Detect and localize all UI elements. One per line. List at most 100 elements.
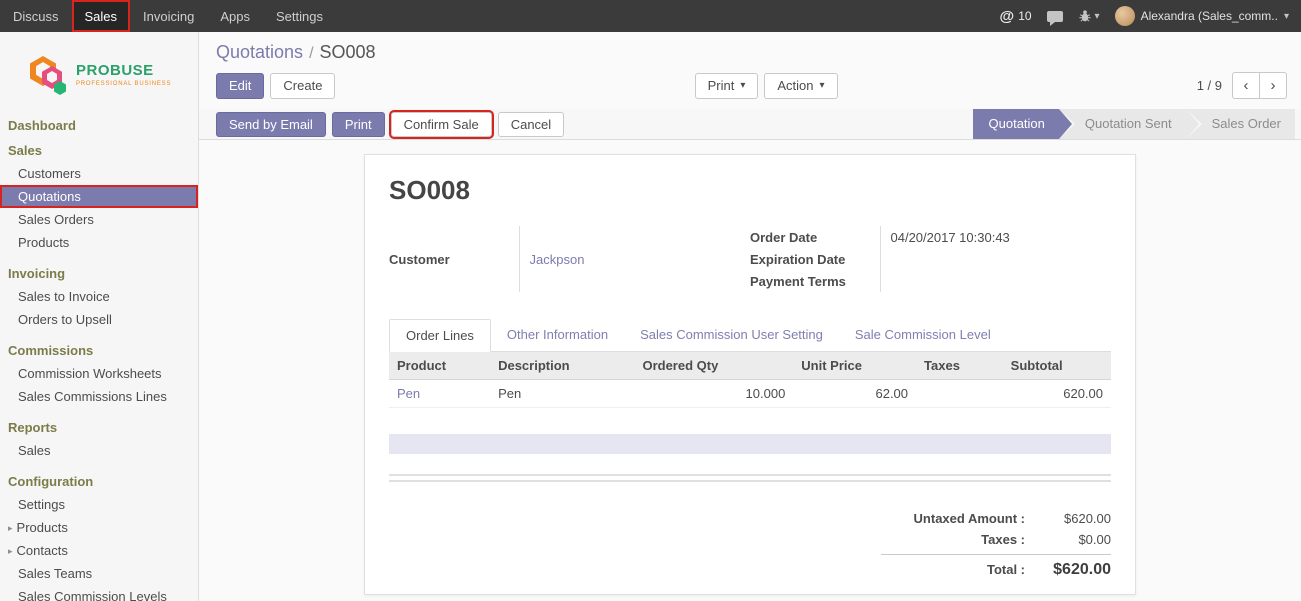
col-header-ordered-qty[interactable]: Ordered Qty	[634, 352, 793, 380]
untaxed-amount-value: $620.00	[1039, 511, 1111, 526]
sidebar-item-label: Contacts	[17, 543, 68, 558]
chat-icon[interactable]	[1047, 11, 1063, 22]
topnav-right: @ 10 ▾ Alexandra (Sales_comm.. ▾	[1000, 0, 1301, 32]
order-date-value: 04/20/2017 10:30:43	[880, 226, 1111, 248]
sidebar-item-sales-orders[interactable]: Sales Orders	[0, 208, 198, 231]
app-menu: Discuss Sales Invoicing Apps Settings	[0, 0, 336, 32]
totals-block: Untaxed Amount : $620.00 Taxes : $0.00 T…	[881, 508, 1111, 582]
top-navbar: Discuss Sales Invoicing Apps Settings @ …	[0, 0, 1301, 32]
record-title: SO008	[389, 175, 1111, 206]
expiration-date-value	[880, 248, 1111, 270]
separator-line	[389, 474, 1111, 476]
payment-terms-value	[880, 270, 1111, 292]
cell-taxes	[916, 380, 1003, 408]
logo-hexagon-icon	[30, 54, 68, 96]
statusbar-steps: Quotation Quotation Sent Sales Order	[973, 109, 1295, 139]
avatar	[1115, 6, 1135, 26]
sidebar-section-sales: Sales	[0, 139, 198, 162]
status-step-sales-order[interactable]: Sales Order	[1186, 109, 1295, 139]
order-date-label: Order Date	[750, 226, 880, 248]
sidebar-item-contacts[interactable]: ▸ Contacts	[0, 539, 198, 562]
sidebar-item-orders-to-upsell[interactable]: Orders to Upsell	[0, 308, 198, 331]
sidebar-section-invoicing: Invoicing	[0, 262, 198, 285]
taxes-label: Taxes :	[881, 532, 1025, 547]
caret-down-icon: ▾	[820, 80, 825, 91]
pager-previous-button[interactable]: ‹	[1232, 72, 1260, 99]
pager-value: 1 / 9	[1197, 78, 1222, 93]
total-value: $620.00	[1039, 561, 1111, 579]
expand-icon: ▸	[8, 546, 13, 557]
payment-terms-label: Payment Terms	[750, 270, 880, 292]
logo-subtitle: PROFESSIONAL BUSINESS	[76, 81, 171, 87]
notebook-tabs: Order Lines Other Information Sales Comm…	[389, 318, 1111, 352]
send-by-email-button[interactable]: Send by Email	[216, 112, 326, 137]
logo-text: PROBUSE PROFESSIONAL BUSINESS	[76, 63, 171, 87]
sidebar-section-dashboard[interactable]: Dashboard	[0, 114, 198, 137]
cell-product[interactable]: Pen	[397, 386, 420, 401]
col-header-subtotal[interactable]: Subtotal	[1003, 352, 1111, 380]
nav-item-discuss[interactable]: Discuss	[0, 0, 72, 32]
edit-button[interactable]: Edit	[216, 73, 264, 99]
pager-next-button[interactable]: ›	[1259, 72, 1287, 99]
cell-unit-price: 62.00	[793, 380, 916, 408]
print-dropdown-label: Print	[708, 78, 735, 93]
tab-sales-commission-user-setting[interactable]: Sales Commission User Setting	[624, 319, 839, 352]
field-group: Customer Jackpson Order Date 04/20/2017 …	[389, 226, 1111, 292]
sidebar-item-quotations[interactable]: Quotations	[0, 185, 198, 208]
nav-item-sales[interactable]: Sales	[72, 0, 131, 32]
cancel-button[interactable]: Cancel	[498, 112, 564, 137]
sidebar-item-sales-commissions-lines[interactable]: Sales Commissions Lines	[0, 385, 198, 408]
sidebar-item-commission-worksheets[interactable]: Commission Worksheets	[0, 362, 198, 385]
sidebar-item-sales-report[interactable]: Sales	[0, 439, 198, 462]
nav-item-apps[interactable]: Apps	[207, 0, 263, 32]
sidebar-item-settings[interactable]: Settings	[0, 493, 198, 516]
sidebar-item-sales-teams[interactable]: Sales Teams	[0, 562, 198, 585]
total-label: Total :	[881, 562, 1025, 577]
breadcrumb-current: SO008	[320, 42, 376, 62]
breadcrumb-quotations[interactable]: Quotations	[216, 42, 303, 62]
col-header-unit-price[interactable]: Unit Price	[793, 352, 916, 380]
print-report-button[interactable]: Print	[332, 112, 385, 137]
col-header-product[interactable]: Product	[389, 352, 490, 380]
print-dropdown[interactable]: Print ▾	[695, 73, 759, 99]
action-dropdown[interactable]: Action ▾	[764, 73, 837, 99]
tab-other-information[interactable]: Other Information	[491, 319, 624, 352]
breadcrumb-separator: /	[309, 45, 313, 62]
breadcrumb: Quotations / SO008	[199, 32, 1301, 63]
logo-title: PROBUSE	[76, 63, 171, 78]
mention-counter[interactable]: @ 10	[1000, 8, 1032, 25]
pager: 1 / 9 ‹ ›	[1197, 72, 1287, 99]
status-step-quotation[interactable]: Quotation	[973, 109, 1059, 139]
debug-menu[interactable]: ▾	[1078, 9, 1100, 23]
caret-down-icon: ▾	[1284, 11, 1289, 22]
taxes-value: $0.00	[1039, 532, 1111, 547]
nav-item-invoicing[interactable]: Invoicing	[130, 0, 207, 32]
caret-down-icon: ▾	[1095, 11, 1100, 22]
create-button[interactable]: Create	[270, 73, 335, 99]
tab-sale-commission-level[interactable]: Sale Commission Level	[839, 319, 1007, 352]
sidebar-item-sales-to-invoice[interactable]: Sales to Invoice	[0, 285, 198, 308]
sidebar-section-configuration: Configuration	[0, 470, 198, 493]
company-logo[interactable]: PROBUSE PROFESSIONAL BUSINESS	[0, 32, 198, 110]
cell-subtotal: 620.00	[1003, 380, 1111, 408]
status-step-quotation-sent[interactable]: Quotation Sent	[1059, 109, 1186, 139]
bug-icon	[1078, 9, 1092, 23]
col-header-description[interactable]: Description	[490, 352, 634, 380]
user-menu[interactable]: Alexandra (Sales_comm.. ▾	[1115, 6, 1289, 26]
expand-icon: ▸	[8, 523, 13, 534]
customer-value-link[interactable]: Jackpson	[530, 252, 585, 267]
sidebar-item-customers[interactable]: Customers	[0, 162, 198, 185]
sidebar-item-products-config[interactable]: ▸Products	[0, 516, 198, 539]
sidebar: PROBUSE PROFESSIONAL BUSINESS Dashboard …	[0, 32, 199, 601]
sidebar-item-products[interactable]: Products	[0, 231, 198, 254]
mention-count: 10	[1018, 9, 1031, 23]
sidebar-section-commissions: Commissions	[0, 339, 198, 362]
customer-label: Customer	[389, 226, 519, 292]
confirm-sale-button[interactable]: Confirm Sale	[391, 112, 492, 137]
form-sheet: SO008 Customer Jackpson Order Date 04/20…	[364, 154, 1136, 595]
sidebar-item-sales-commission-levels[interactable]: Sales Commission Levels	[0, 585, 198, 601]
tab-order-lines[interactable]: Order Lines	[389, 319, 491, 352]
col-header-taxes[interactable]: Taxes	[916, 352, 1003, 380]
nav-item-settings[interactable]: Settings	[263, 0, 336, 32]
order-line-row[interactable]: Pen Pen 10.000 62.00 620.00	[389, 380, 1111, 408]
